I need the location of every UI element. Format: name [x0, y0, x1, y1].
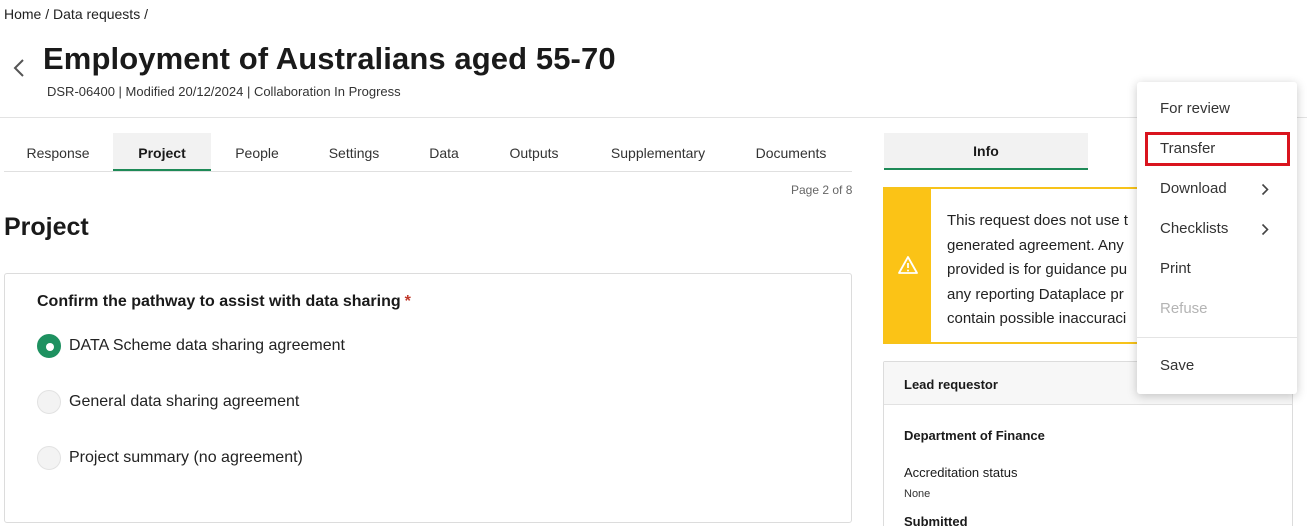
warning-line: contain possible inaccuraci [947, 310, 1127, 327]
menu-item-label: Download [1160, 180, 1227, 197]
required-marker: * [404, 293, 411, 310]
radio-option-data-scheme[interactable]: DATA Scheme data sharing agreement [37, 334, 345, 358]
warning-band [885, 189, 931, 342]
menu-item-checklists[interactable]: Checklists [1137, 212, 1297, 246]
page-indicator: Page 2 of 8 [791, 183, 853, 197]
pathway-question-card: Confirm the pathway to assist with data … [4, 273, 852, 523]
question-text: Confirm the pathway to assist with data … [37, 293, 401, 310]
breadcrumb-separator: / [140, 6, 148, 22]
lead-organisation: Department of Finance [904, 428, 1045, 443]
radio-label: Project summary (no agreement) [69, 449, 303, 466]
tab-outputs[interactable]: Outputs [484, 133, 584, 171]
menu-item-label: Checklists [1160, 220, 1229, 237]
tab-bar: Response Project People Settings Data Ou… [4, 133, 852, 172]
tab-documents[interactable]: Documents [732, 133, 850, 171]
tab-project[interactable]: Project [113, 133, 211, 171]
menu-divider [1137, 337, 1297, 338]
breadcrumb-data-requests-link[interactable]: Data requests [53, 6, 140, 22]
menu-item-for-review[interactable]: For review [1137, 92, 1297, 126]
tab-data[interactable]: Data [404, 133, 484, 171]
tab-supplementary[interactable]: Supplementary [584, 133, 732, 171]
tab-response[interactable]: Response [4, 133, 112, 171]
chevron-right-icon [1261, 223, 1269, 236]
back-chevron-icon[interactable] [10, 56, 28, 80]
menu-item-transfer[interactable]: Transfer [1145, 132, 1290, 166]
warning-line: This request does not use t [947, 212, 1128, 229]
radio-option-project-summary[interactable]: Project summary (no agreement) [37, 446, 303, 470]
radio-label: DATA Scheme data sharing agreement [69, 337, 345, 354]
breadcrumb: Home / Data requests / [4, 6, 148, 22]
chevron-right-icon [1261, 183, 1269, 196]
warning-callout: This request does not use t generated ag… [883, 187, 1143, 344]
header-divider [0, 117, 1307, 118]
tab-people[interactable]: People [211, 133, 303, 171]
submitted-label: Submitted [904, 514, 968, 526]
question-label: Confirm the pathway to assist with data … [37, 293, 411, 311]
radio-option-general[interactable]: General data sharing agreement [37, 390, 299, 414]
radio-checked-icon[interactable] [37, 334, 61, 358]
menu-item-save[interactable]: Save [1137, 349, 1297, 383]
warning-icon [898, 256, 918, 274]
menu-item-download[interactable]: Download [1137, 172, 1297, 206]
tab-settings[interactable]: Settings [304, 133, 404, 171]
request-meta: DSR-06400 | Modified 20/12/2024 | Collab… [47, 84, 401, 99]
page-title: Employment of Australians aged 55-70 [43, 41, 616, 76]
breadcrumb-home-link[interactable]: Home [4, 6, 41, 22]
accreditation-value: None [904, 488, 931, 500]
warning-line: generated agreement. Any [947, 236, 1124, 254]
radio-unchecked-icon[interactable] [37, 446, 61, 470]
actions-dropdown-menu: For review Transfer Download Checklists … [1137, 82, 1297, 394]
radio-unchecked-icon[interactable] [37, 390, 61, 414]
section-title: Project [4, 213, 89, 241]
menu-item-refuse: Refuse [1160, 300, 1208, 317]
warning-text: This request does not use t generated ag… [947, 209, 1141, 332]
tab-info[interactable]: Info [884, 133, 1088, 170]
radio-label: General data sharing agreement [69, 393, 300, 410]
breadcrumb-separator: / [41, 6, 54, 22]
menu-item-print[interactable]: Print [1137, 252, 1297, 286]
warning-line: provided is for guidance pu [947, 261, 1128, 278]
accreditation-label: Accreditation status [904, 465, 1018, 480]
warning-line: any reporting Dataplace pr [947, 285, 1124, 303]
